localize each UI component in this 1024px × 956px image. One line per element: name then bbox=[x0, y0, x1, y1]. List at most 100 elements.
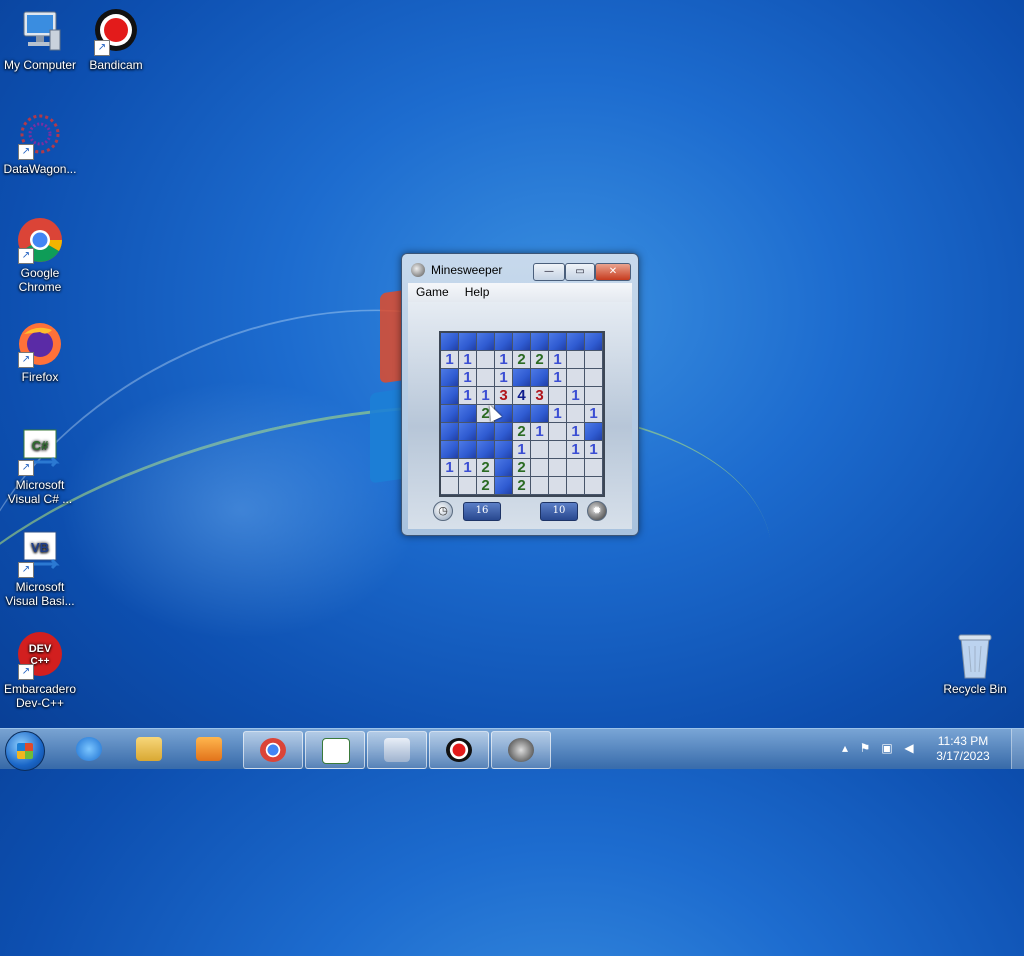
cell-number[interactable]: 2 bbox=[513, 477, 530, 494]
cell-covered[interactable] bbox=[585, 423, 602, 440]
cell-empty[interactable] bbox=[459, 477, 476, 494]
cell-number[interactable]: 3 bbox=[531, 387, 548, 404]
cell-number[interactable]: 1 bbox=[459, 351, 476, 368]
desktop-icon-my-computer[interactable]: My Computer bbox=[0, 8, 80, 72]
desktop-icon-bandicam[interactable]: ↗ Bandicam bbox=[76, 8, 156, 72]
cell-number[interactable]: 2 bbox=[513, 423, 530, 440]
cell-empty[interactable] bbox=[531, 459, 548, 476]
taskbar-visual-csharp[interactable] bbox=[305, 731, 365, 769]
menu-help[interactable]: Help bbox=[457, 283, 498, 299]
cell-covered[interactable] bbox=[441, 441, 458, 458]
cell-empty[interactable] bbox=[549, 423, 566, 440]
cell-covered[interactable] bbox=[495, 477, 512, 494]
cell-empty[interactable] bbox=[585, 477, 602, 494]
cell-covered[interactable] bbox=[585, 333, 602, 350]
cell-number[interactable]: 2 bbox=[513, 351, 530, 368]
taskbar-media-player[interactable] bbox=[180, 731, 238, 767]
start-button[interactable] bbox=[5, 731, 45, 771]
minefield-grid[interactable]: 111221111113431211211111112222 bbox=[439, 331, 605, 497]
cell-empty[interactable] bbox=[477, 369, 494, 386]
cell-empty[interactable] bbox=[549, 477, 566, 494]
action-center-flag-icon[interactable]: ⚑ bbox=[858, 741, 872, 755]
cell-number[interactable]: 1 bbox=[549, 369, 566, 386]
cell-covered[interactable] bbox=[495, 459, 512, 476]
cell-number[interactable]: 1 bbox=[441, 351, 458, 368]
desktop-icon-visual-basic[interactable]: VB ↗ Microsoft Visual Basi... bbox=[0, 530, 80, 608]
cell-number[interactable]: 1 bbox=[459, 369, 476, 386]
cell-number[interactable]: 2 bbox=[477, 459, 494, 476]
cell-covered[interactable] bbox=[567, 333, 584, 350]
cell-empty[interactable] bbox=[549, 387, 566, 404]
cell-number[interactable]: 2 bbox=[513, 459, 530, 476]
taskbar-explorer[interactable] bbox=[120, 731, 178, 767]
cell-empty[interactable] bbox=[531, 441, 548, 458]
cell-covered[interactable] bbox=[459, 405, 476, 422]
taskbar-clock[interactable]: 11:43 PM 3/17/2023 bbox=[928, 734, 998, 764]
cell-empty[interactable] bbox=[585, 387, 602, 404]
cell-covered[interactable] bbox=[441, 369, 458, 386]
cell-number[interactable]: 1 bbox=[585, 405, 602, 422]
desktop-icon-chrome[interactable]: ↗ Google Chrome bbox=[0, 216, 80, 294]
close-button[interactable]: ✕ bbox=[595, 263, 631, 281]
cell-number[interactable]: 1 bbox=[585, 441, 602, 458]
cell-empty[interactable] bbox=[549, 459, 566, 476]
cell-number[interactable]: 1 bbox=[459, 459, 476, 476]
desktop-icon-firefox[interactable]: ↗ Firefox bbox=[0, 320, 80, 384]
cell-covered[interactable] bbox=[477, 423, 494, 440]
cell-empty[interactable] bbox=[477, 351, 494, 368]
desktop-icon-datawagon[interactable]: ↗ DataWagon... bbox=[0, 112, 80, 176]
cell-covered[interactable] bbox=[441, 333, 458, 350]
desktop-icon-devcpp[interactable]: DEV C++ ↗ Embarcadero Dev-C++ bbox=[0, 632, 80, 710]
menu-game[interactable]: Game bbox=[408, 283, 457, 299]
cell-covered[interactable] bbox=[531, 333, 548, 350]
cell-covered[interactable] bbox=[531, 369, 548, 386]
volume-icon[interactable]: ◀ bbox=[902, 741, 916, 755]
cell-number[interactable]: 2 bbox=[477, 477, 494, 494]
cell-covered[interactable] bbox=[459, 441, 476, 458]
cell-covered[interactable] bbox=[477, 333, 494, 350]
cell-number[interactable]: 3 bbox=[495, 387, 512, 404]
cell-empty[interactable] bbox=[567, 405, 584, 422]
cell-covered[interactable] bbox=[459, 333, 476, 350]
window-titlebar[interactable]: Minesweeper — ▭ ✕ bbox=[402, 254, 638, 284]
cell-empty[interactable] bbox=[567, 477, 584, 494]
cell-empty[interactable] bbox=[567, 459, 584, 476]
cell-empty[interactable] bbox=[441, 477, 458, 494]
cell-number[interactable]: 1 bbox=[441, 459, 458, 476]
taskbar-bandicam[interactable] bbox=[429, 731, 489, 769]
cell-number[interactable]: 1 bbox=[567, 387, 584, 404]
cell-covered[interactable] bbox=[441, 387, 458, 404]
cell-empty[interactable] bbox=[585, 459, 602, 476]
cell-covered[interactable] bbox=[513, 369, 530, 386]
maximize-button[interactable]: ▭ bbox=[565, 263, 595, 281]
cell-covered[interactable] bbox=[549, 333, 566, 350]
cell-covered[interactable] bbox=[495, 333, 512, 350]
taskbar-minesweeper[interactable] bbox=[491, 731, 551, 769]
minesweeper-window[interactable]: Minesweeper — ▭ ✕ Game Help 1112211111134… bbox=[401, 253, 639, 536]
cell-number[interactable]: 1 bbox=[549, 405, 566, 422]
cell-empty[interactable] bbox=[585, 351, 602, 368]
cell-number[interactable]: 1 bbox=[477, 387, 494, 404]
taskbar-ie[interactable] bbox=[60, 731, 118, 767]
cell-covered[interactable] bbox=[459, 423, 476, 440]
cell-empty[interactable] bbox=[549, 441, 566, 458]
taskbar-chrome[interactable] bbox=[243, 731, 303, 769]
cell-number[interactable]: 1 bbox=[495, 351, 512, 368]
cell-number[interactable]: 1 bbox=[495, 369, 512, 386]
cell-empty[interactable] bbox=[531, 477, 548, 494]
cell-empty[interactable] bbox=[567, 369, 584, 386]
show-desktop-button[interactable] bbox=[1011, 729, 1024, 769]
cell-covered[interactable] bbox=[441, 423, 458, 440]
desktop-icon-recycle-bin[interactable]: Recycle Bin bbox=[935, 632, 1015, 696]
cell-number[interactable]: 1 bbox=[567, 441, 584, 458]
cell-empty[interactable] bbox=[585, 369, 602, 386]
cell-number[interactable]: 1 bbox=[531, 423, 548, 440]
cell-number[interactable]: 1 bbox=[513, 441, 530, 458]
cell-number[interactable]: 2 bbox=[531, 351, 548, 368]
cell-number[interactable]: 1 bbox=[459, 387, 476, 404]
cell-covered[interactable] bbox=[441, 405, 458, 422]
cell-covered[interactable] bbox=[531, 405, 548, 422]
cell-number[interactable]: 1 bbox=[549, 351, 566, 368]
cell-covered[interactable] bbox=[495, 423, 512, 440]
show-hidden-icons-icon[interactable]: ▴ bbox=[838, 741, 852, 755]
